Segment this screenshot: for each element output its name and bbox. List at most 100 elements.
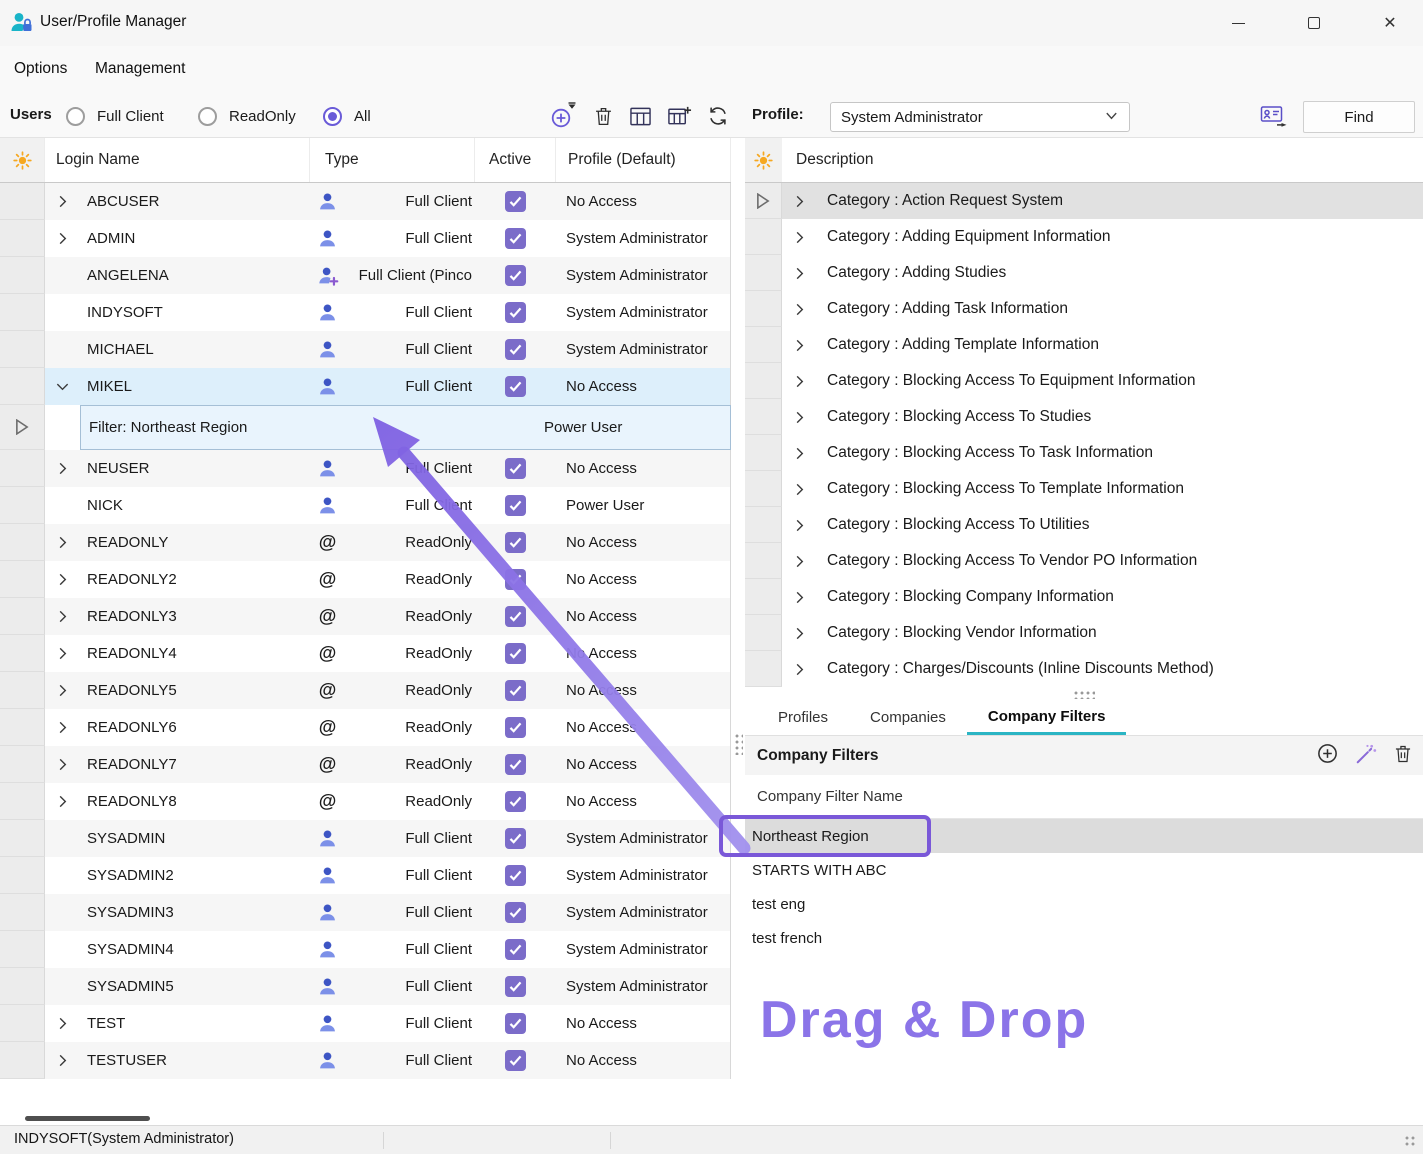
category-row[interactable]: Category : Adding Studies — [745, 255, 1423, 291]
category-row[interactable]: Category : Blocking Access To Vendor PO … — [745, 543, 1423, 579]
refresh-button[interactable] — [707, 105, 729, 127]
expand-chevron-icon[interactable] — [45, 783, 80, 820]
category-row[interactable]: Category : Blocking Access To Task Infor… — [745, 435, 1423, 471]
user-row[interactable]: NEUSERFull ClientNo Access — [0, 450, 730, 487]
column-header-company-filter-name[interactable]: Company Filter Name — [745, 775, 1423, 819]
tab-profiles[interactable]: Profiles — [757, 700, 849, 735]
settings-sun-icon[interactable] — [0, 138, 45, 182]
user-row[interactable]: READONLY2@ReadOnlyNo Access — [0, 561, 730, 598]
settings-sun-icon[interactable] — [745, 138, 782, 182]
expand-chevron-icon[interactable] — [782, 543, 816, 579]
find-button[interactable]: Find — [1303, 101, 1415, 133]
user-row[interactable]: MIKELFull ClientNo Access — [0, 368, 730, 405]
category-row[interactable]: Category : Blocking Access To Equipment … — [745, 363, 1423, 399]
tab-companies[interactable]: Companies — [849, 700, 967, 735]
column-header-type[interactable]: Type — [310, 138, 475, 182]
category-row[interactable]: Category : Blocking Access To Studies — [745, 399, 1423, 435]
resize-grip-icon[interactable] — [1404, 1135, 1417, 1148]
user-row[interactable]: READONLY4@ReadOnlyNo Access — [0, 635, 730, 672]
users-horizontal-scrollbar[interactable] — [25, 1116, 150, 1121]
expand-chevron-icon[interactable] — [782, 471, 816, 507]
active-checkbox[interactable] — [475, 487, 556, 524]
user-row[interactable]: NICKFull ClientPower User — [0, 487, 730, 524]
category-row[interactable]: Category : Adding Equipment Information — [745, 219, 1423, 255]
horizontal-splitter[interactable] — [745, 687, 1423, 700]
expand-chevron-icon[interactable] — [782, 291, 816, 327]
menu-management[interactable]: Management — [95, 60, 185, 78]
table-view-button[interactable] — [629, 106, 652, 127]
active-checkbox[interactable] — [475, 1005, 556, 1042]
user-row[interactable]: READONLY@ReadOnlyNo Access — [0, 524, 730, 561]
add-filter-button[interactable] — [1316, 742, 1339, 769]
category-row[interactable]: Category : Blocking Access To Utilities — [745, 507, 1423, 543]
expand-chevron-icon[interactable] — [45, 524, 80, 561]
category-row[interactable]: Category : Charges/Discounts (Inline Dis… — [745, 651, 1423, 687]
category-row[interactable]: Category : Blocking Access To Template I… — [745, 471, 1423, 507]
expand-chevron-icon[interactable] — [782, 327, 816, 363]
delete-filter-button[interactable] — [1393, 743, 1413, 769]
expand-chevron-icon[interactable] — [45, 746, 80, 783]
expand-chevron-icon[interactable] — [782, 399, 816, 435]
filter-drop-target[interactable]: Filter: Northeast RegionPower User — [80, 405, 731, 450]
column-header-active[interactable]: Active — [475, 138, 556, 182]
active-checkbox[interactable] — [475, 709, 556, 746]
tab-company-filters[interactable]: Company Filters — [967, 700, 1127, 735]
user-row[interactable]: INDYSOFTFull ClientSystem Administrator — [0, 294, 730, 331]
active-checkbox[interactable] — [475, 746, 556, 783]
expand-chevron-icon[interactable] — [45, 220, 80, 257]
user-row[interactable]: SYSADMINFull ClientSystem Administrator — [0, 820, 730, 857]
close-button[interactable]: ✕ — [1359, 0, 1421, 46]
radio-all[interactable]: All — [323, 94, 371, 138]
user-row[interactable]: SYSADMIN5Full ClientSystem Administrator — [0, 968, 730, 1005]
active-checkbox[interactable] — [475, 220, 556, 257]
category-row[interactable]: Category : Blocking Vendor Information — [745, 615, 1423, 651]
expand-chevron-icon[interactable] — [45, 635, 80, 672]
column-header-profile-default[interactable]: Profile (Default) — [556, 138, 731, 182]
active-checkbox[interactable] — [475, 524, 556, 561]
expand-chevron-icon[interactable] — [782, 183, 816, 219]
active-checkbox[interactable] — [475, 857, 556, 894]
menu-options[interactable]: Options — [14, 60, 67, 78]
expand-chevron-icon[interactable] — [782, 435, 816, 471]
user-filter-subrow[interactable]: Filter: Northeast RegionPower User — [0, 405, 730, 450]
column-header-login-name[interactable]: Login Name — [45, 138, 310, 182]
column-header-description[interactable]: Description — [782, 138, 1423, 182]
profile-select[interactable]: System Administrator — [830, 102, 1130, 132]
active-checkbox[interactable] — [475, 368, 556, 405]
profile-card-edit-button[interactable] — [1260, 103, 1290, 133]
active-checkbox[interactable] — [475, 931, 556, 968]
expand-chevron-icon[interactable] — [782, 219, 816, 255]
category-row[interactable]: Category : Blocking Company Information — [745, 579, 1423, 615]
delete-user-button[interactable] — [593, 105, 614, 128]
company-filter-row[interactable]: Northeast Region — [745, 819, 1423, 853]
active-checkbox[interactable] — [475, 820, 556, 857]
user-row[interactable]: MICHAELFull ClientSystem Administrator — [0, 331, 730, 368]
add-user-button[interactable] — [548, 102, 578, 130]
user-row[interactable]: ABCUSERFull ClientNo Access — [0, 183, 730, 220]
user-row[interactable]: SYSADMIN2Full ClientSystem Administrator — [0, 857, 730, 894]
user-row[interactable]: TESTFull ClientNo Access — [0, 1005, 730, 1042]
expand-chevron-icon[interactable] — [782, 579, 816, 615]
company-filter-row[interactable]: test french — [745, 921, 1423, 955]
expand-chevron-icon[interactable] — [45, 561, 80, 598]
user-row[interactable]: ANGELENAFull Client (PincoSystem Adminis… — [0, 257, 730, 294]
user-row[interactable]: READONLY5@ReadOnlyNo Access — [0, 672, 730, 709]
expand-chevron-icon[interactable] — [782, 651, 816, 687]
user-row[interactable]: SYSADMIN3Full ClientSystem Administrator — [0, 894, 730, 931]
expand-chevron-icon[interactable] — [45, 709, 80, 746]
active-checkbox[interactable] — [475, 1042, 556, 1079]
active-checkbox[interactable] — [475, 635, 556, 672]
vertical-splitter[interactable] — [731, 138, 745, 1125]
maximize-button[interactable] — [1283, 0, 1345, 46]
user-row[interactable]: READONLY7@ReadOnlyNo Access — [0, 746, 730, 783]
active-checkbox[interactable] — [475, 183, 556, 220]
user-row[interactable]: TESTUSERFull ClientNo Access — [0, 1042, 730, 1079]
expand-chevron-icon[interactable] — [45, 1042, 80, 1079]
active-checkbox[interactable] — [475, 294, 556, 331]
active-checkbox[interactable] — [475, 783, 556, 820]
radio-full-client[interactable]: Full Client — [66, 94, 164, 138]
expand-chevron-icon[interactable] — [45, 183, 80, 220]
active-checkbox[interactable] — [475, 598, 556, 635]
category-row[interactable]: Category : Adding Template Information — [745, 327, 1423, 363]
radio-readonly[interactable]: ReadOnly — [198, 94, 296, 138]
